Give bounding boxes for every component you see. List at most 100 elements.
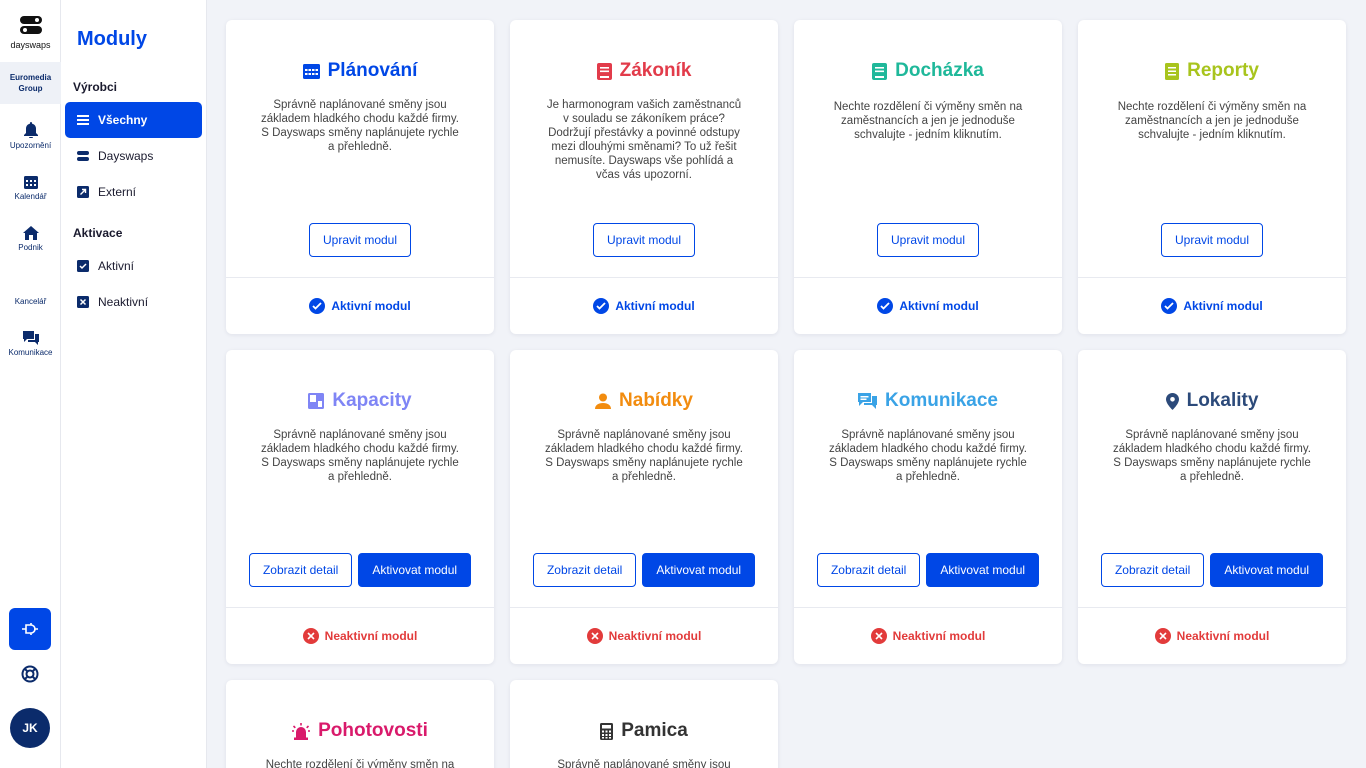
- module-actions: Zobrazit detail Aktivovat modul: [510, 553, 778, 587]
- logo-icon: [19, 16, 42, 34]
- page-title: Moduly: [77, 28, 147, 50]
- module-title-text: Komunikace: [885, 390, 998, 411]
- org-name-line2: Group: [18, 84, 43, 93]
- module-actions: Zobrazit detail Aktivovat modul: [1078, 553, 1346, 587]
- list-icon: [77, 115, 89, 125]
- filter-inactive[interactable]: Neaktivní: [65, 284, 202, 320]
- module-title-text: Reporty: [1187, 60, 1259, 81]
- rail-label: Podnik: [18, 243, 43, 252]
- module-card-zakonik: Zákoník Je harmonogram vašich zaměstnanc…: [510, 20, 778, 334]
- plug-icon: [22, 623, 38, 635]
- module-title-text: Pohotovosti: [318, 720, 428, 741]
- module-status: Aktivní modul: [1078, 277, 1346, 334]
- x-circle-icon: [586, 628, 603, 644]
- module-status: Aktivní modul: [794, 277, 1062, 334]
- rail-item-communication[interactable]: Komunikace: [0, 331, 61, 357]
- module-status: Neaktivní modul: [226, 607, 494, 664]
- module-actions: Zobrazit detail Aktivovat modul: [794, 553, 1062, 587]
- dashboard-icon: [308, 393, 325, 409]
- document-icon: [1165, 62, 1180, 80]
- show-detail-button[interactable]: Zobrazit detail: [1100, 553, 1205, 587]
- help-button[interactable]: [20, 664, 40, 689]
- filter-external[interactable]: Externí: [65, 174, 202, 210]
- module-title-text: Kapacity: [332, 390, 412, 411]
- module-actions: Upravit modul: [226, 223, 494, 257]
- edit-module-button[interactable]: Upravit modul: [592, 223, 696, 257]
- x-box-icon: [77, 296, 89, 308]
- rail-item-office[interactable]: Kancelář: [0, 297, 61, 306]
- show-detail-button[interactable]: Zobrazit detail: [248, 553, 353, 587]
- module-description: Správně naplánované směny jsou základem …: [1113, 429, 1311, 483]
- filter-label: Externí: [98, 185, 137, 199]
- modules-sidebar: Moduly Výrobci Všechny Dayswaps Externí …: [61, 0, 207, 768]
- module-description: Je harmonogram vašich zaměstnanců v soul…: [546, 99, 742, 181]
- home-icon: [22, 226, 39, 240]
- dayswaps-logo[interactable]: dayswaps: [0, 16, 61, 50]
- organization-switcher[interactable]: Euromedia Group: [0, 62, 61, 104]
- module-description: Nechte rozdělení či výměny směn na zaměs…: [833, 101, 1023, 141]
- activate-module-button[interactable]: Aktivovat modul: [358, 553, 472, 587]
- edit-module-button[interactable]: Upravit modul: [308, 223, 412, 257]
- module-card-pohotovosti: Pohotovosti Nechte rozdělení či výměny s…: [226, 680, 494, 768]
- status-text: Neaktivní modul: [324, 629, 418, 643]
- module-card-nabidky: Nabídky Správně naplánované směny jsou z…: [510, 350, 778, 664]
- module-status: Aktivní modul: [510, 277, 778, 334]
- bell-icon: [23, 122, 38, 138]
- x-circle-icon: [302, 628, 319, 644]
- x-circle-icon: [870, 628, 887, 644]
- module-description: Nechte rozdělení či výměny směn na zaměs…: [1117, 101, 1307, 141]
- module-title-text: Plánování: [327, 60, 418, 81]
- app-rail: dayswaps Euromedia Group Upozornění Kale…: [0, 0, 61, 768]
- module-description: Nechte rozdělení či výměny směn na: [265, 759, 455, 768]
- pin-icon: [1165, 392, 1179, 410]
- rail-label: Kancelář: [14, 297, 47, 306]
- filter-active[interactable]: Aktivní: [65, 248, 202, 284]
- integrations-button[interactable]: [9, 608, 51, 650]
- module-status: Neaktivní modul: [1078, 607, 1346, 664]
- module-actions: Upravit modul: [510, 223, 778, 257]
- module-card-reporty: Reporty Nechte rozdělení či výměny směn …: [1078, 20, 1346, 334]
- activate-module-button[interactable]: Aktivovat modul: [926, 553, 1040, 587]
- rail-label: Upozornění: [9, 141, 52, 150]
- module-title: Zákoník: [510, 60, 778, 82]
- status-text: Neaktivní modul: [892, 629, 986, 643]
- calendar-icon: [302, 64, 320, 79]
- module-title: Nabídky: [510, 390, 778, 412]
- show-detail-button[interactable]: Zobrazit detail: [532, 553, 637, 587]
- status-text: Neaktivní modul: [1176, 629, 1270, 643]
- book-icon: [872, 62, 888, 80]
- rail-item-notifications[interactable]: Upozornění: [0, 122, 61, 150]
- module-card-pamica: Pamica Správně naplánované směny jsou: [510, 680, 778, 768]
- edit-module-button[interactable]: Upravit modul: [876, 223, 980, 257]
- module-title: Docházka: [794, 60, 1062, 82]
- status-text: Aktivní modul: [331, 299, 411, 313]
- module-title-text: Lokality: [1186, 390, 1259, 411]
- filter-all[interactable]: Všechny: [65, 102, 202, 138]
- rail-label: Komunikace: [8, 348, 53, 357]
- activate-module-button[interactable]: Aktivovat modul: [642, 553, 756, 587]
- module-title-text: Zákoník: [619, 60, 692, 81]
- module-description: Správně naplánované směny jsou základem …: [261, 99, 459, 153]
- module-title-text: Pamica: [621, 720, 688, 741]
- show-detail-button[interactable]: Zobrazit detail: [816, 553, 921, 587]
- module-title: Komunikace: [794, 390, 1062, 412]
- status-text: Aktivní modul: [615, 299, 695, 313]
- module-title: Pamica: [510, 720, 778, 742]
- user-avatar[interactable]: JK: [10, 708, 50, 748]
- module-card-lokality: Lokality Správně naplánované směny jsou …: [1078, 350, 1346, 664]
- filter-dayswaps[interactable]: Dayswaps: [65, 138, 202, 174]
- module-title: Reporty: [1078, 60, 1346, 82]
- rail-item-calendar[interactable]: Kalendář: [0, 175, 61, 201]
- edit-module-button[interactable]: Upravit modul: [1160, 223, 1264, 257]
- rail-item-business[interactable]: Podnik: [0, 226, 61, 252]
- module-card-dochazka: Docházka Nechte rozdělení či výměny směn…: [794, 20, 1062, 334]
- module-description: Správně naplánované směny jsou základem …: [545, 429, 743, 483]
- filter-label: Aktivní: [98, 259, 135, 273]
- check-circle-icon: [309, 298, 326, 314]
- module-title: Plánování: [226, 60, 494, 82]
- section-heading-activation: Aktivace: [73, 226, 123, 240]
- chat-icon: [22, 331, 39, 345]
- filter-label: Všechny: [98, 113, 148, 127]
- activate-module-button[interactable]: Aktivovat modul: [1210, 553, 1324, 587]
- filter-label: Dayswaps: [98, 149, 154, 163]
